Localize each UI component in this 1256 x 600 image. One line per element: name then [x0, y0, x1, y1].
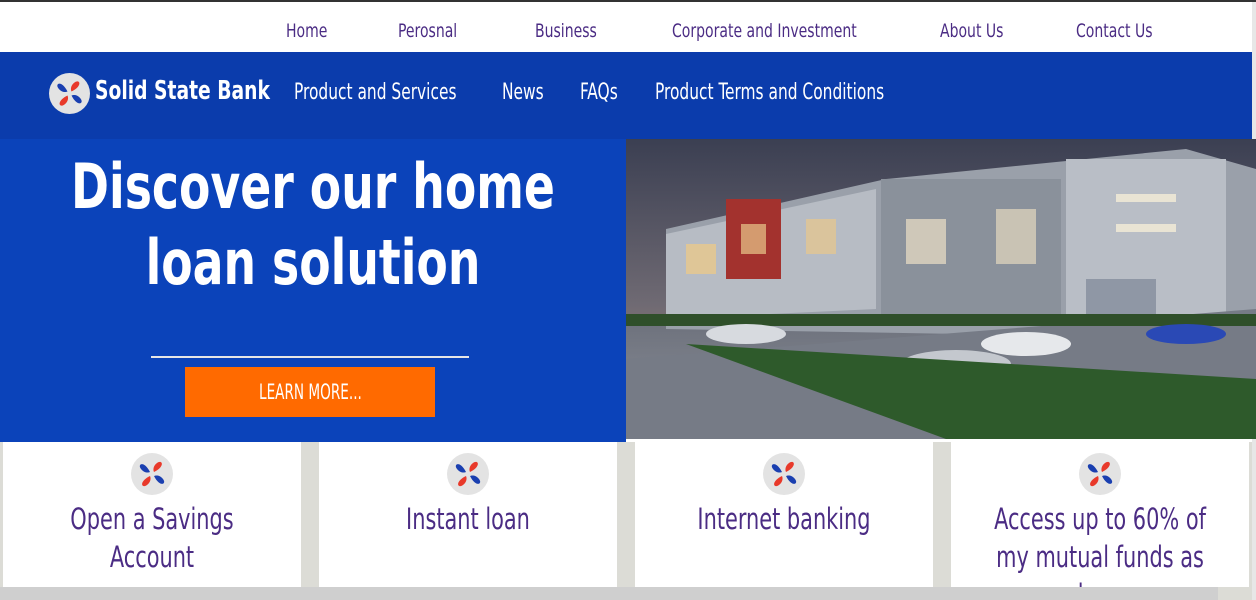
- card-internet-banking[interactable]: Internet banking: [635, 442, 933, 587]
- nav-link-personal[interactable]: Perosnal: [398, 20, 457, 42]
- nav-link-product-services[interactable]: Product and Services: [294, 80, 457, 105]
- hero-title: Discover our home loan solution: [71, 150, 555, 299]
- card-label: Access up to 60% of my mutual funds as l…: [994, 502, 1206, 600]
- pinwheel-icon: [447, 453, 489, 495]
- nav-link-about-us[interactable]: About Us: [940, 20, 1003, 42]
- hero-panel: Discover our home loan solution LEARN MO…: [0, 139, 626, 442]
- pinwheel-icon: [763, 453, 805, 495]
- card-label: Internet banking: [697, 502, 871, 536]
- nav-link-corporate-investment[interactable]: Corporate and Investment: [672, 20, 857, 42]
- pinwheel-icon: [1079, 453, 1121, 495]
- nav-link-news[interactable]: News: [502, 80, 544, 105]
- nav-link-faqs[interactable]: FAQs: [580, 80, 618, 105]
- nav-link-contact-us[interactable]: Contact Us: [1076, 20, 1153, 42]
- nav-link-home[interactable]: Home: [286, 20, 327, 42]
- card-savings-account[interactable]: Open a Savings Account: [3, 442, 301, 587]
- card-mutual-funds-loan[interactable]: Access up to 60% of my mutual funds as l…: [951, 442, 1249, 600]
- townhouses-image: [626, 139, 1256, 439]
- pinwheel-logo-icon[interactable]: [49, 73, 90, 114]
- hero-divider: [151, 356, 469, 358]
- bottom-scroll-bar[interactable]: [0, 587, 1218, 600]
- card-label: Open a Savings Account: [70, 502, 234, 574]
- top-navigation: Home Perosnal Business Corporate and Inv…: [0, 2, 1256, 52]
- brand-name[interactable]: Solid State Bank: [95, 76, 270, 106]
- pinwheel-icon: [131, 453, 173, 495]
- main-navigation: Solid State Bank Product and Services Ne…: [0, 52, 1252, 139]
- feature-cards: Open a Savings Account Instant loan Inte…: [0, 442, 1252, 600]
- learn-more-label: LEARN MORE...: [258, 380, 362, 404]
- nav-link-business[interactable]: Business: [535, 20, 597, 42]
- learn-more-button[interactable]: LEARN MORE...: [185, 367, 435, 417]
- nav-link-terms[interactable]: Product Terms and Conditions: [655, 80, 884, 105]
- card-instant-loan[interactable]: Instant loan: [319, 442, 617, 587]
- card-label: Instant loan: [406, 502, 530, 536]
